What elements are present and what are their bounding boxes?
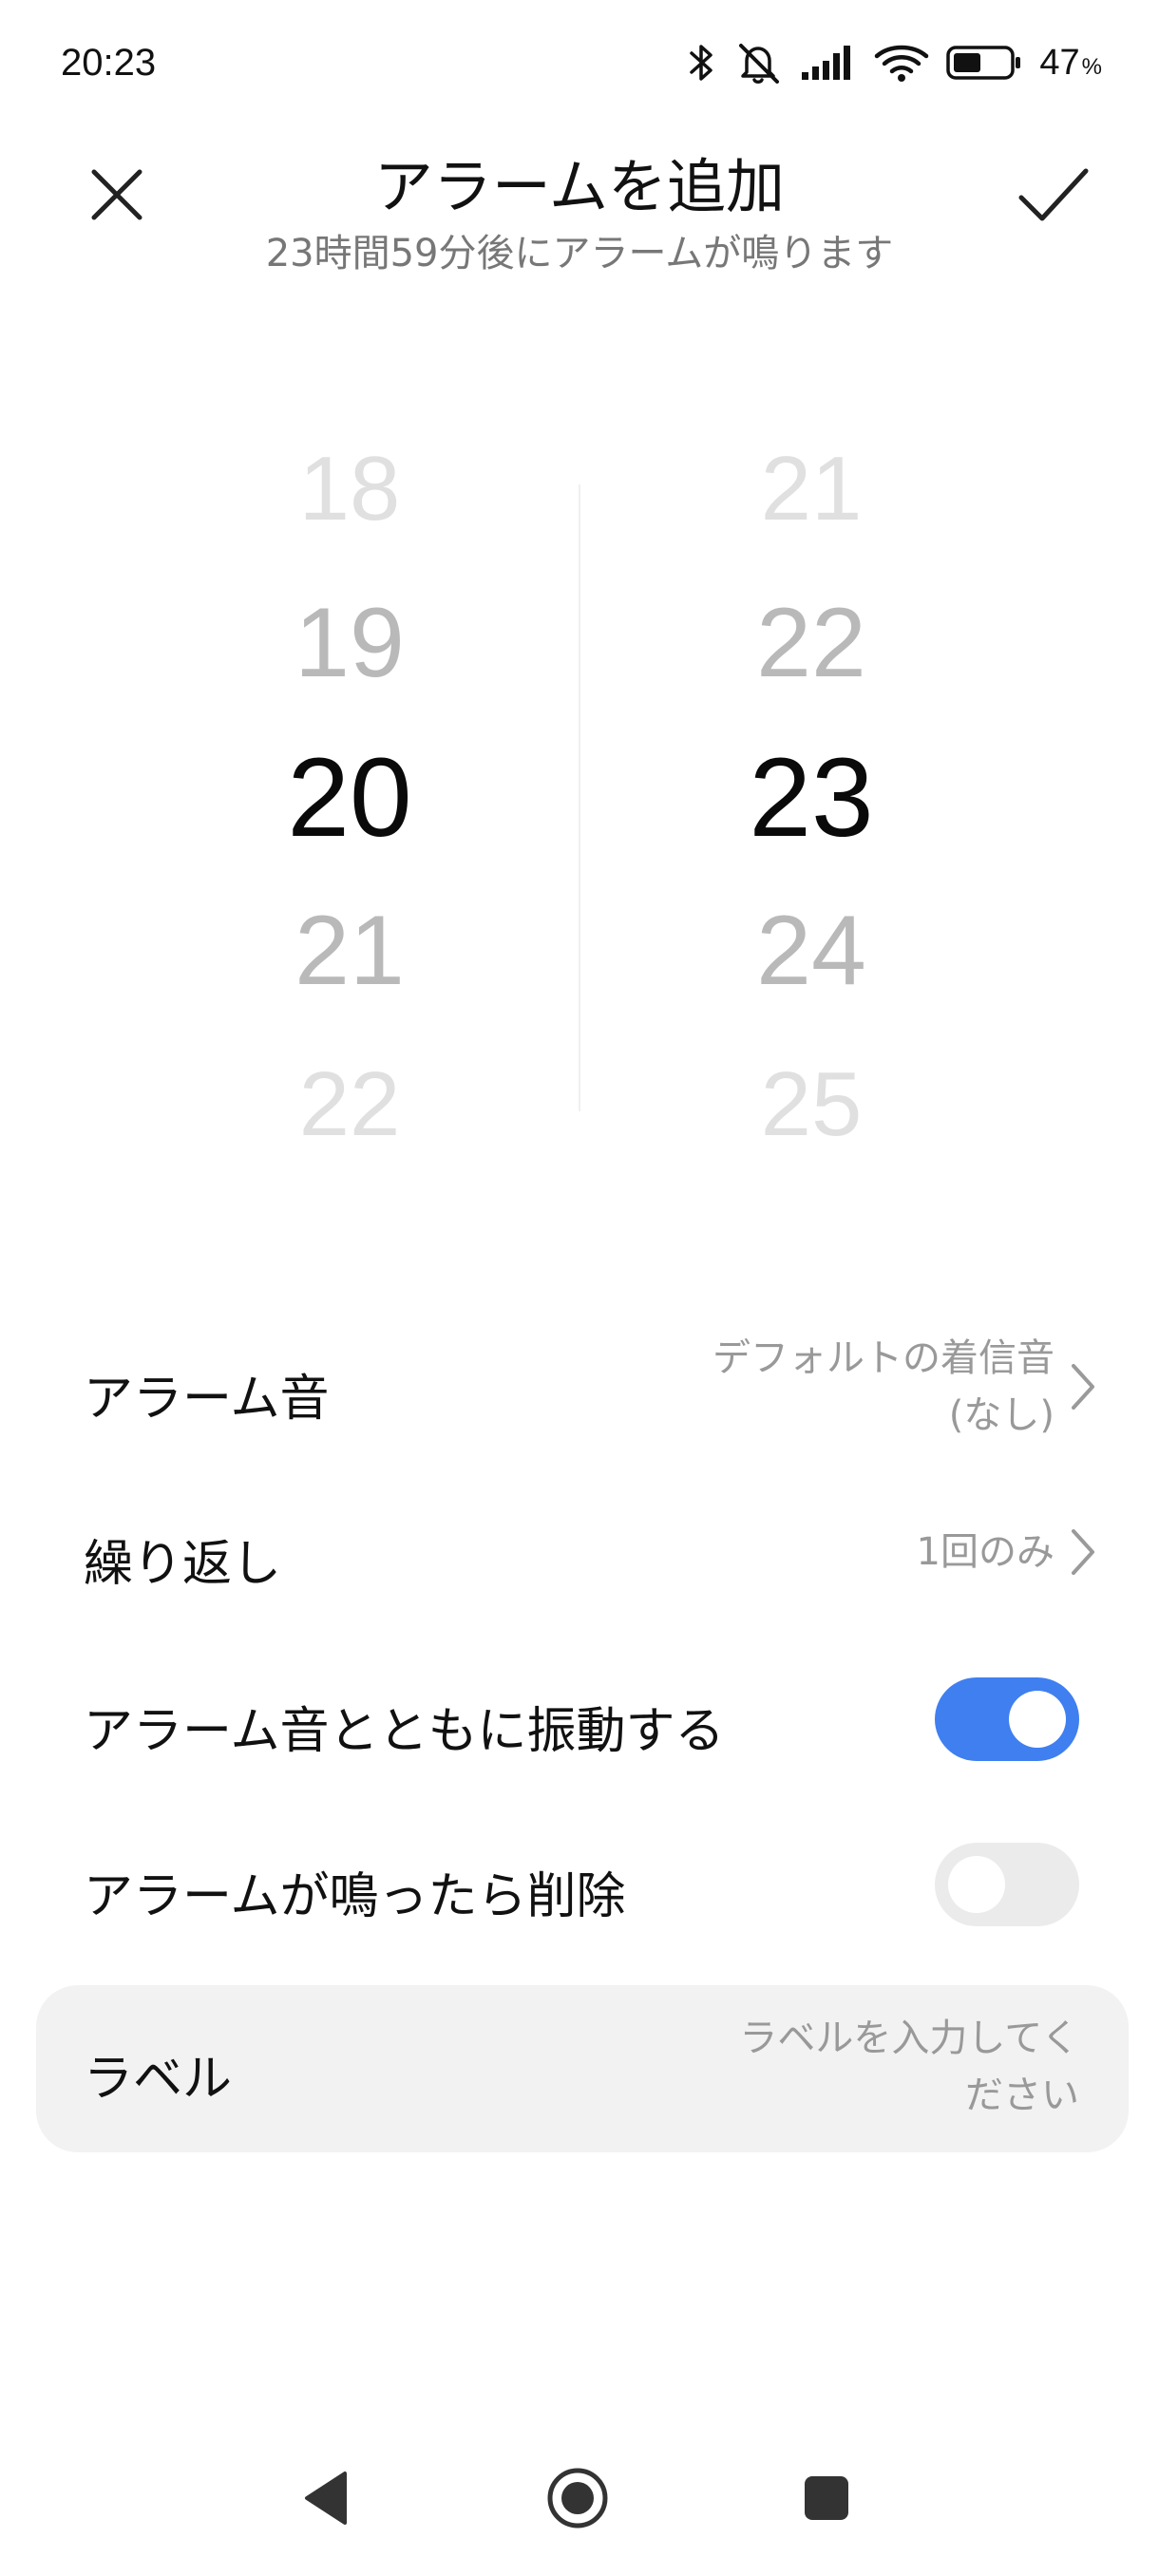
muted-bell-icon: [733, 40, 783, 85]
delete-after-toggle[interactable]: [935, 1843, 1079, 1926]
vibrate-toggle[interactable]: [935, 1677, 1079, 1761]
hour-wheel[interactable]: 18 19 20 21 22: [207, 408, 492, 1178]
checkmark-icon: [1018, 168, 1089, 221]
alarm-sound-label: アラーム音: [84, 1371, 330, 1428]
status-bar: 20:23 47 %: [0, 0, 1159, 123]
label-placeholder-line1: ラベルを入力してく: [739, 2017, 1079, 2060]
chevron-right-icon: [1072, 1529, 1094, 1575]
recents-icon: [805, 2476, 848, 2520]
label-placeholder-line2: ださい: [965, 2074, 1079, 2117]
picker-divider: [579, 484, 580, 1111]
battery-percent-value: 47: [1039, 42, 1080, 83]
alarm-sound-value-line2: (なし): [948, 1393, 1054, 1437]
back-icon: [305, 2472, 347, 2525]
toggle-knob: [948, 1856, 1005, 1913]
page-title: アラームを追加: [373, 152, 786, 221]
battery-icon: [946, 44, 1022, 82]
minute-option[interactable]: 22: [669, 587, 954, 700]
header: アラームを追加 23時間59分後にアラームが鳴ります: [0, 123, 1159, 285]
home-button[interactable]: [521, 2451, 635, 2546]
status-time: 20:23: [61, 42, 157, 84]
signal-icon: [800, 44, 857, 82]
vibrate-row: アラーム音とともに振動する: [0, 1668, 1159, 1772]
toggle-knob: [1009, 1691, 1066, 1748]
repeat-value: 1回のみ: [916, 1530, 1054, 1574]
status-icons: 47%: [688, 38, 1102, 87]
hour-option[interactable]: 19: [207, 587, 492, 700]
back-button[interactable]: [270, 2451, 384, 2546]
recents-button[interactable]: [770, 2451, 884, 2546]
minute-option[interactable]: 24: [669, 895, 954, 1008]
chevron-right-icon: [1072, 1364, 1094, 1410]
repeat-label: 繰り返し: [84, 1536, 282, 1593]
confirm-button[interactable]: [1001, 142, 1106, 247]
alarm-sound-value: デフォルトの着信音 (なし): [712, 1330, 1054, 1444]
page-subtitle: 23時間59分後にアラームが鳴ります: [265, 232, 894, 275]
delete-after-row: アラームが鳴ったら削除: [0, 1833, 1159, 1938]
navigation-bar: [0, 2432, 1159, 2576]
minute-wheel[interactable]: 21 22 23 24 25: [669, 408, 954, 1178]
battery-percent: 47%: [1039, 43, 1102, 84]
hour-option[interactable]: 21: [207, 895, 492, 1008]
hour-option[interactable]: 22: [207, 1052, 492, 1157]
repeat-row[interactable]: 繰り返し 1回のみ: [0, 1501, 1159, 1605]
alarm-sound-row[interactable]: アラーム音 デフォルトの着信音 (なし): [0, 1311, 1159, 1463]
home-icon: [547, 2468, 608, 2529]
battery-percent-unit: %: [1081, 53, 1102, 80]
wifi-icon: [874, 42, 929, 84]
hour-selected[interactable]: 20: [207, 733, 492, 862]
delete-after-label: アラームが鳴ったら削除: [84, 1868, 626, 1925]
label-field-label: ラベル: [84, 2051, 233, 2108]
minute-option[interactable]: 21: [669, 437, 954, 541]
bluetooth-icon: [688, 41, 716, 85]
minute-option[interactable]: 25: [669, 1052, 954, 1157]
hour-option[interactable]: 18: [207, 437, 492, 541]
label-field[interactable]: ラベル ラベルを入力してく ださい: [36, 1985, 1129, 2152]
label-field-placeholder[interactable]: ラベルを入力してく ださい: [739, 2010, 1079, 2124]
alarm-sound-value-line1: デフォルトの着信音: [712, 1336, 1054, 1380]
time-picker: 18 19 20 21 22 21 22 23 24 25: [0, 408, 1159, 1178]
minute-selected[interactable]: 23: [669, 733, 954, 862]
vibrate-label: アラーム音とともに振動する: [84, 1703, 725, 1760]
